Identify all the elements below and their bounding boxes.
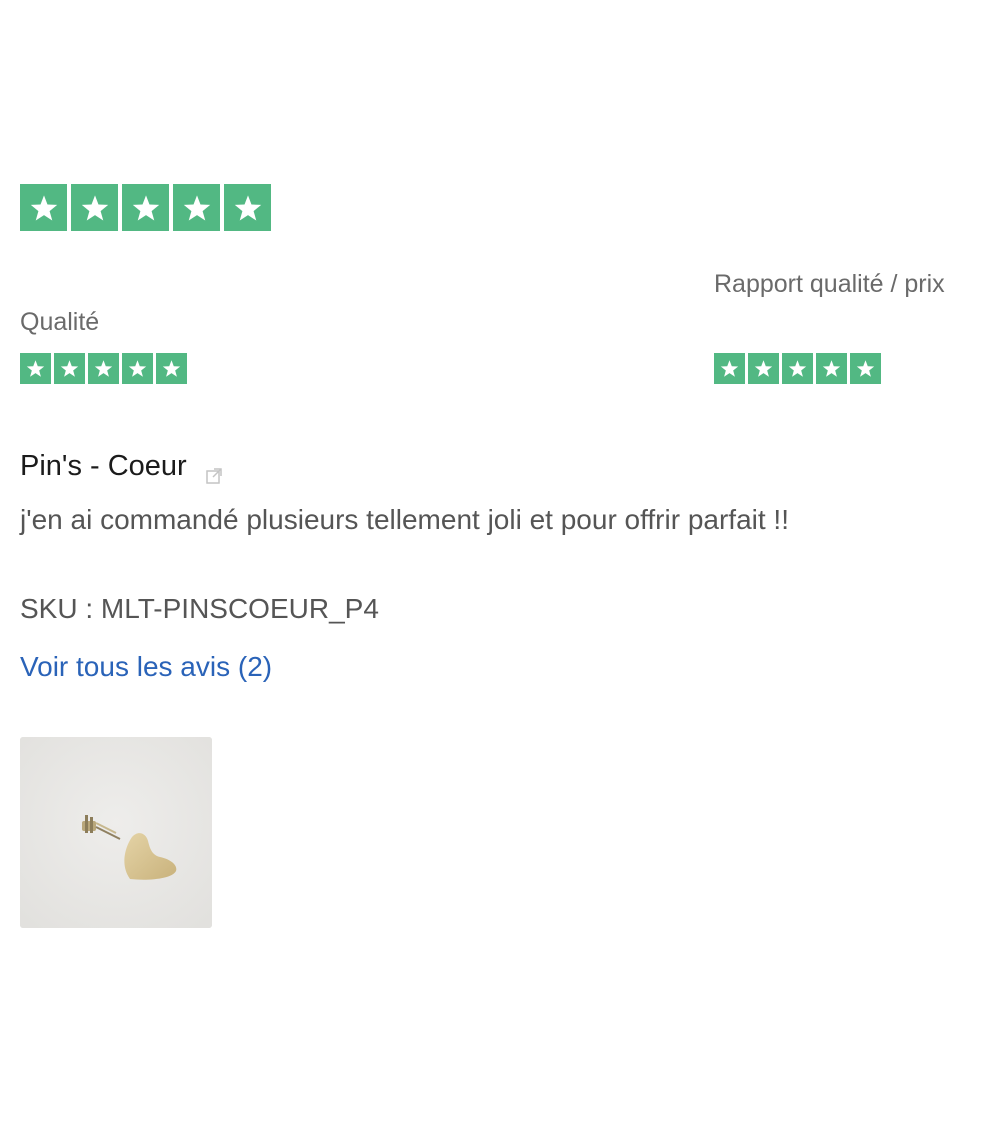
external-link-icon[interactable] — [205, 457, 223, 484]
star-icon — [816, 353, 847, 384]
star-icon — [122, 353, 153, 384]
review-photo-thumbnail[interactable] — [20, 737, 212, 928]
star-icon — [20, 184, 67, 231]
sub-rating-label-rapport: Rapport qualité / prix — [714, 270, 945, 298]
product-title-text[interactable]: Pin's - Coeur — [20, 447, 187, 485]
product-title[interactable]: Pin's - Coeur — [20, 447, 223, 485]
star-icon — [714, 353, 745, 384]
see-all-reviews-link[interactable]: Voir tous les avis (2) — [20, 648, 272, 686]
star-icon — [850, 353, 881, 384]
sub-rating-label-qualite: Qualité — [20, 308, 100, 336]
star-icon — [122, 184, 169, 231]
overall-rating-stars — [20, 184, 275, 231]
heart-pin-photo — [20, 737, 212, 928]
star-icon — [156, 353, 187, 384]
star-icon — [54, 353, 85, 384]
sub-rating-stars-rapport — [714, 353, 884, 384]
star-icon — [748, 353, 779, 384]
star-icon — [88, 353, 119, 384]
review-card: Qualité Rapport qualité / prix Pin's - C… — [0, 0, 1000, 1125]
star-icon — [20, 353, 51, 384]
sub-rating-stars-qualite — [20, 353, 190, 384]
star-icon — [224, 184, 271, 231]
star-icon — [71, 184, 118, 231]
star-icon — [782, 353, 813, 384]
sku-label: SKU : MLT-PINSCOEUR_P4 — [20, 593, 379, 624]
star-icon — [173, 184, 220, 231]
review-text: j'en ai commandé plusieurs tellement jol… — [20, 504, 789, 535]
